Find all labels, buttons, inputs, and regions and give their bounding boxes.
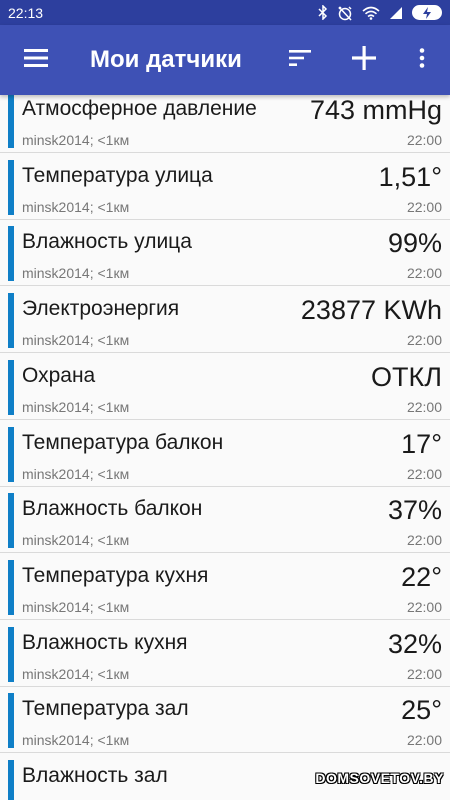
sensor-value: 23877 KWh xyxy=(300,295,442,326)
add-icon xyxy=(352,45,376,75)
sensor-source: minsk2014; <1км xyxy=(22,465,130,482)
sensor-row[interactable]: Влажность кухня 32% minsk2014; <1км 22:00 xyxy=(0,621,450,687)
menu-icon xyxy=(24,48,48,72)
sensor-row[interactable]: Влажность балкон 37% minsk2014; <1км 22:00 xyxy=(0,487,450,554)
sensor-value: 37% xyxy=(387,495,442,526)
sensor-value: 32% xyxy=(387,628,442,659)
sensor-value: 99% xyxy=(387,228,442,259)
sensor-name: Температура кухня xyxy=(22,563,209,587)
sensor-list: Атмосферное давление 743 mmHg minsk2014; <… xyxy=(0,95,450,800)
sensor-source: minsk2014; <1км xyxy=(22,132,130,148)
add-button[interactable] xyxy=(340,25,388,95)
watermark: DOMSOVETOV.BY xyxy=(315,770,444,786)
sensor-time: 22:00 xyxy=(406,132,442,148)
sensor-row[interactable]: Температура улица 1,51° minsk2014; <1км 22:… xyxy=(0,154,450,220)
sensor-name: Влажность улица xyxy=(22,230,192,254)
sort-button[interactable] xyxy=(278,25,322,95)
sensor-row[interactable]: Температура зал 25° minsk2014; <1км 22:00 xyxy=(0,687,450,754)
sensor-source: minsk2014; <1км xyxy=(22,198,130,215)
more-options-button[interactable] xyxy=(400,25,444,95)
status-icons xyxy=(318,0,442,25)
bluetooth-icon xyxy=(318,5,328,20)
sensor-time: 22:00 xyxy=(406,732,442,749)
sensor-value: 25° xyxy=(401,695,442,726)
sensor-time: 22:00 xyxy=(406,265,442,282)
sensor-source: minsk2014; <1км xyxy=(22,598,130,615)
sensor-source: minsk2014; <1км xyxy=(22,665,130,682)
status-time: 22:13 xyxy=(8,4,44,21)
sensor-row[interactable]: Температура балкон 17° minsk2014; <1км 22:0… xyxy=(0,421,450,487)
sensor-source: minsk2014; <1км xyxy=(22,332,130,349)
sensor-accent-bar xyxy=(8,95,14,148)
sensor-value: 22° xyxy=(401,561,442,592)
sensor-source: minsk2014; <1км xyxy=(22,398,130,415)
sensor-row[interactable]: Охрана ОТКЛ minsk2014; <1км 22:00 xyxy=(0,354,450,420)
status-bar: 22:13 xyxy=(0,0,450,25)
menu-button[interactable] xyxy=(8,25,64,95)
sensor-time: 22:00 xyxy=(406,198,442,215)
sensor-row[interactable]: Атмосферное давление 743 mmHg minsk2014; <… xyxy=(0,95,450,153)
app-bar: Мои датчики xyxy=(0,25,450,95)
sensor-row[interactable]: Электроэнергия 23877 KWh minsk2014; <1км 22… xyxy=(0,287,450,354)
sensor-name: Влажность кухня xyxy=(22,630,188,654)
sensor-time: 22:00 xyxy=(406,465,442,482)
page-title: Мои датчики xyxy=(90,46,242,73)
sensor-time: 22:00 xyxy=(406,398,442,415)
sensor-time: 22:00 xyxy=(406,598,442,615)
sensor-time: 22:00 xyxy=(406,332,442,349)
alarm-off-icon xyxy=(337,5,353,21)
sensor-value: 17° xyxy=(401,428,442,459)
sensor-source: minsk2014; <1км xyxy=(22,265,130,282)
sensor-row[interactable]: Температура кухня 22° minsk2014; <1км 22:00 xyxy=(0,554,450,620)
sensor-accent-bar xyxy=(8,159,14,215)
sensor-accent-bar xyxy=(8,693,14,749)
sensor-accent-bar xyxy=(8,626,14,682)
sensor-name: Влажность балкон xyxy=(22,497,203,521)
sensor-accent-bar xyxy=(8,760,14,800)
sensor-time: 22:00 xyxy=(406,665,442,682)
sort-icon xyxy=(289,49,311,71)
sensor-value: 1,51° xyxy=(378,161,442,192)
sensor-accent-bar xyxy=(8,493,14,549)
sensor-name: Температура балкон xyxy=(22,430,224,454)
sensor-name: Электроэнергия xyxy=(22,297,180,321)
sensor-row[interactable]: Влажность улица 99% minsk2014; <1км 22:00 xyxy=(0,220,450,287)
sensor-accent-bar xyxy=(8,426,14,482)
wifi-icon xyxy=(362,6,380,20)
sensor-name: Влажность зал xyxy=(22,764,168,787)
battery-charging-icon xyxy=(412,5,442,20)
sensor-time: 22:00 xyxy=(406,532,442,549)
sensor-value: 743 mmHg xyxy=(309,95,442,125)
sensor-accent-bar xyxy=(8,293,14,349)
sensor-name: Температура зал xyxy=(22,697,189,721)
sensor-accent-bar xyxy=(8,559,14,615)
more-vert-icon xyxy=(419,47,425,73)
sensor-name: Температура улица xyxy=(22,163,213,187)
sensor-name: Охрана xyxy=(22,363,96,387)
sensor-value: ОТКЛ xyxy=(371,361,442,392)
sensor-source: minsk2014; <1км xyxy=(22,532,130,549)
sensor-name: Атмосферное давление xyxy=(22,97,257,120)
sensor-accent-bar xyxy=(8,226,14,282)
sensor-source: minsk2014; <1км xyxy=(22,732,130,749)
signal-icon xyxy=(389,6,403,20)
sensor-accent-bar xyxy=(8,359,14,415)
